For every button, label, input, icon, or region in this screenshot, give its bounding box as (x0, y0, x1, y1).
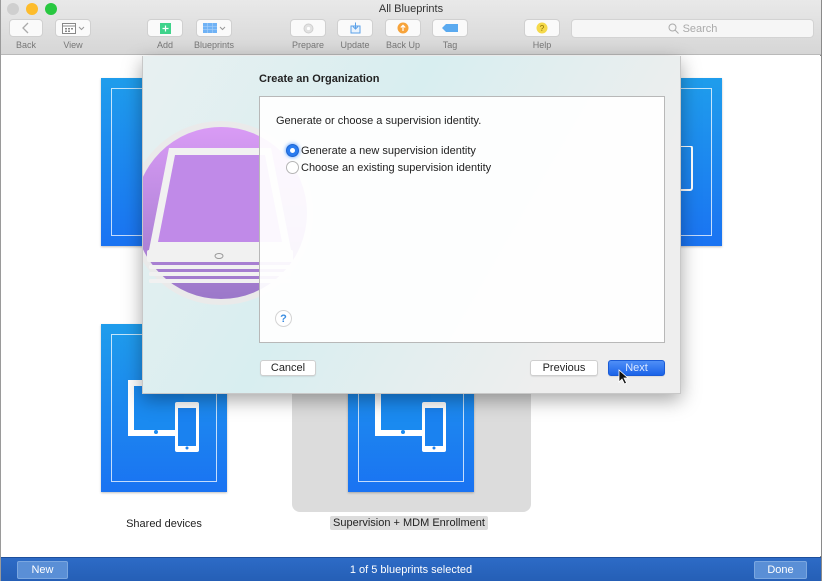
window-title: All Blueprints (378, 3, 444, 15)
done-button[interactable]: Done (754, 561, 807, 579)
toolbar-label: Help (532, 40, 552, 50)
chevron-down-icon (78, 26, 84, 30)
backup-button[interactable] (385, 19, 421, 37)
bottom-bar: New 1 of 5 blueprints selected Done (1, 557, 821, 581)
plus-square-icon (159, 22, 171, 34)
download-tray-icon (350, 22, 360, 34)
toolbar-back[interactable]: Back (9, 19, 43, 50)
radio-selected[interactable] (286, 144, 299, 157)
back-button[interactable] (9, 19, 43, 37)
up-arrow-circle-icon (397, 22, 409, 34)
option-generate-new-identity[interactable]: Generate a new supervision identity (286, 144, 476, 157)
dialog-prompt: Generate or choose a supervision identit… (276, 115, 482, 127)
radio-unselected[interactable] (286, 161, 299, 174)
toolbar-label: Back Up (385, 40, 420, 50)
gear-circle-icon (303, 23, 313, 33)
prepare-button[interactable] (290, 19, 326, 37)
search-input[interactable]: Search (571, 19, 814, 38)
blueprint-grid-icon (202, 23, 217, 33)
option-choose-existing-identity[interactable]: Choose an existing supervision identity (286, 161, 491, 174)
toolbar-prepare[interactable]: Prepare (290, 19, 326, 50)
chevron-left-icon (22, 22, 29, 34)
blueprint-label-selected: Supervision + MDM Enrollment (330, 516, 488, 530)
mouse-pointer-icon (618, 369, 630, 385)
toolbar-label: Back (15, 40, 36, 50)
update-button[interactable] (337, 19, 373, 37)
dialog-content-panel: Generate or choose a supervision identit… (259, 96, 665, 343)
search-placeholder: Search (682, 22, 718, 35)
toolbar-help[interactable]: ? Help (524, 19, 560, 50)
svg-text:?: ? (540, 24, 545, 33)
toolbar-label: Prepare (291, 40, 325, 50)
create-organization-dialog: Create an Organization Generate or choos… (142, 56, 681, 394)
previous-button[interactable]: Previous (530, 360, 598, 376)
toolbar-label: Blueprints (194, 40, 235, 50)
next-button[interactable]: Next (608, 360, 665, 376)
option-label: Generate a new supervision identity (301, 144, 476, 157)
toolbar-label: Add (156, 40, 173, 50)
chevron-down-icon (219, 26, 225, 30)
toolbar-label: View (63, 40, 83, 50)
calendar-grid-icon (61, 22, 76, 34)
toolbar-view[interactable]: View (55, 19, 91, 50)
selection-status: 1 of 5 blueprints selected (349, 564, 473, 576)
option-label: Choose an existing supervision identity (301, 161, 492, 174)
question-circle-icon: ? (536, 22, 548, 34)
dialog-title: Create an Organization (259, 73, 380, 85)
app-window: All Blueprints Back View Add Blueprints … (0, 0, 822, 581)
toolbar: All Blueprints Back View Add Blueprints … (1, 0, 821, 55)
toolbar-label: Update (340, 40, 370, 50)
toolbar-label: Tag (442, 40, 458, 50)
toolbar-tag[interactable]: Tag (432, 19, 468, 50)
blueprints-button[interactable] (196, 19, 233, 37)
help-button[interactable]: ? (524, 19, 560, 37)
tag-button[interactable] (432, 19, 468, 37)
toolbar-update[interactable]: Update (337, 19, 373, 50)
help-question-icon[interactable]: ? (275, 310, 292, 327)
magnifier-icon (668, 23, 679, 34)
tag-icon (442, 24, 458, 32)
view-button[interactable] (55, 19, 91, 37)
toolbar-blueprints[interactable]: Blueprints (194, 19, 234, 50)
blueprint-label: Shared devices (126, 518, 202, 530)
add-button[interactable] (147, 19, 183, 37)
toolbar-backup[interactable]: Back Up (385, 19, 421, 50)
toolbar-add[interactable]: Add (147, 19, 183, 50)
cancel-button[interactable]: Cancel (260, 360, 316, 376)
